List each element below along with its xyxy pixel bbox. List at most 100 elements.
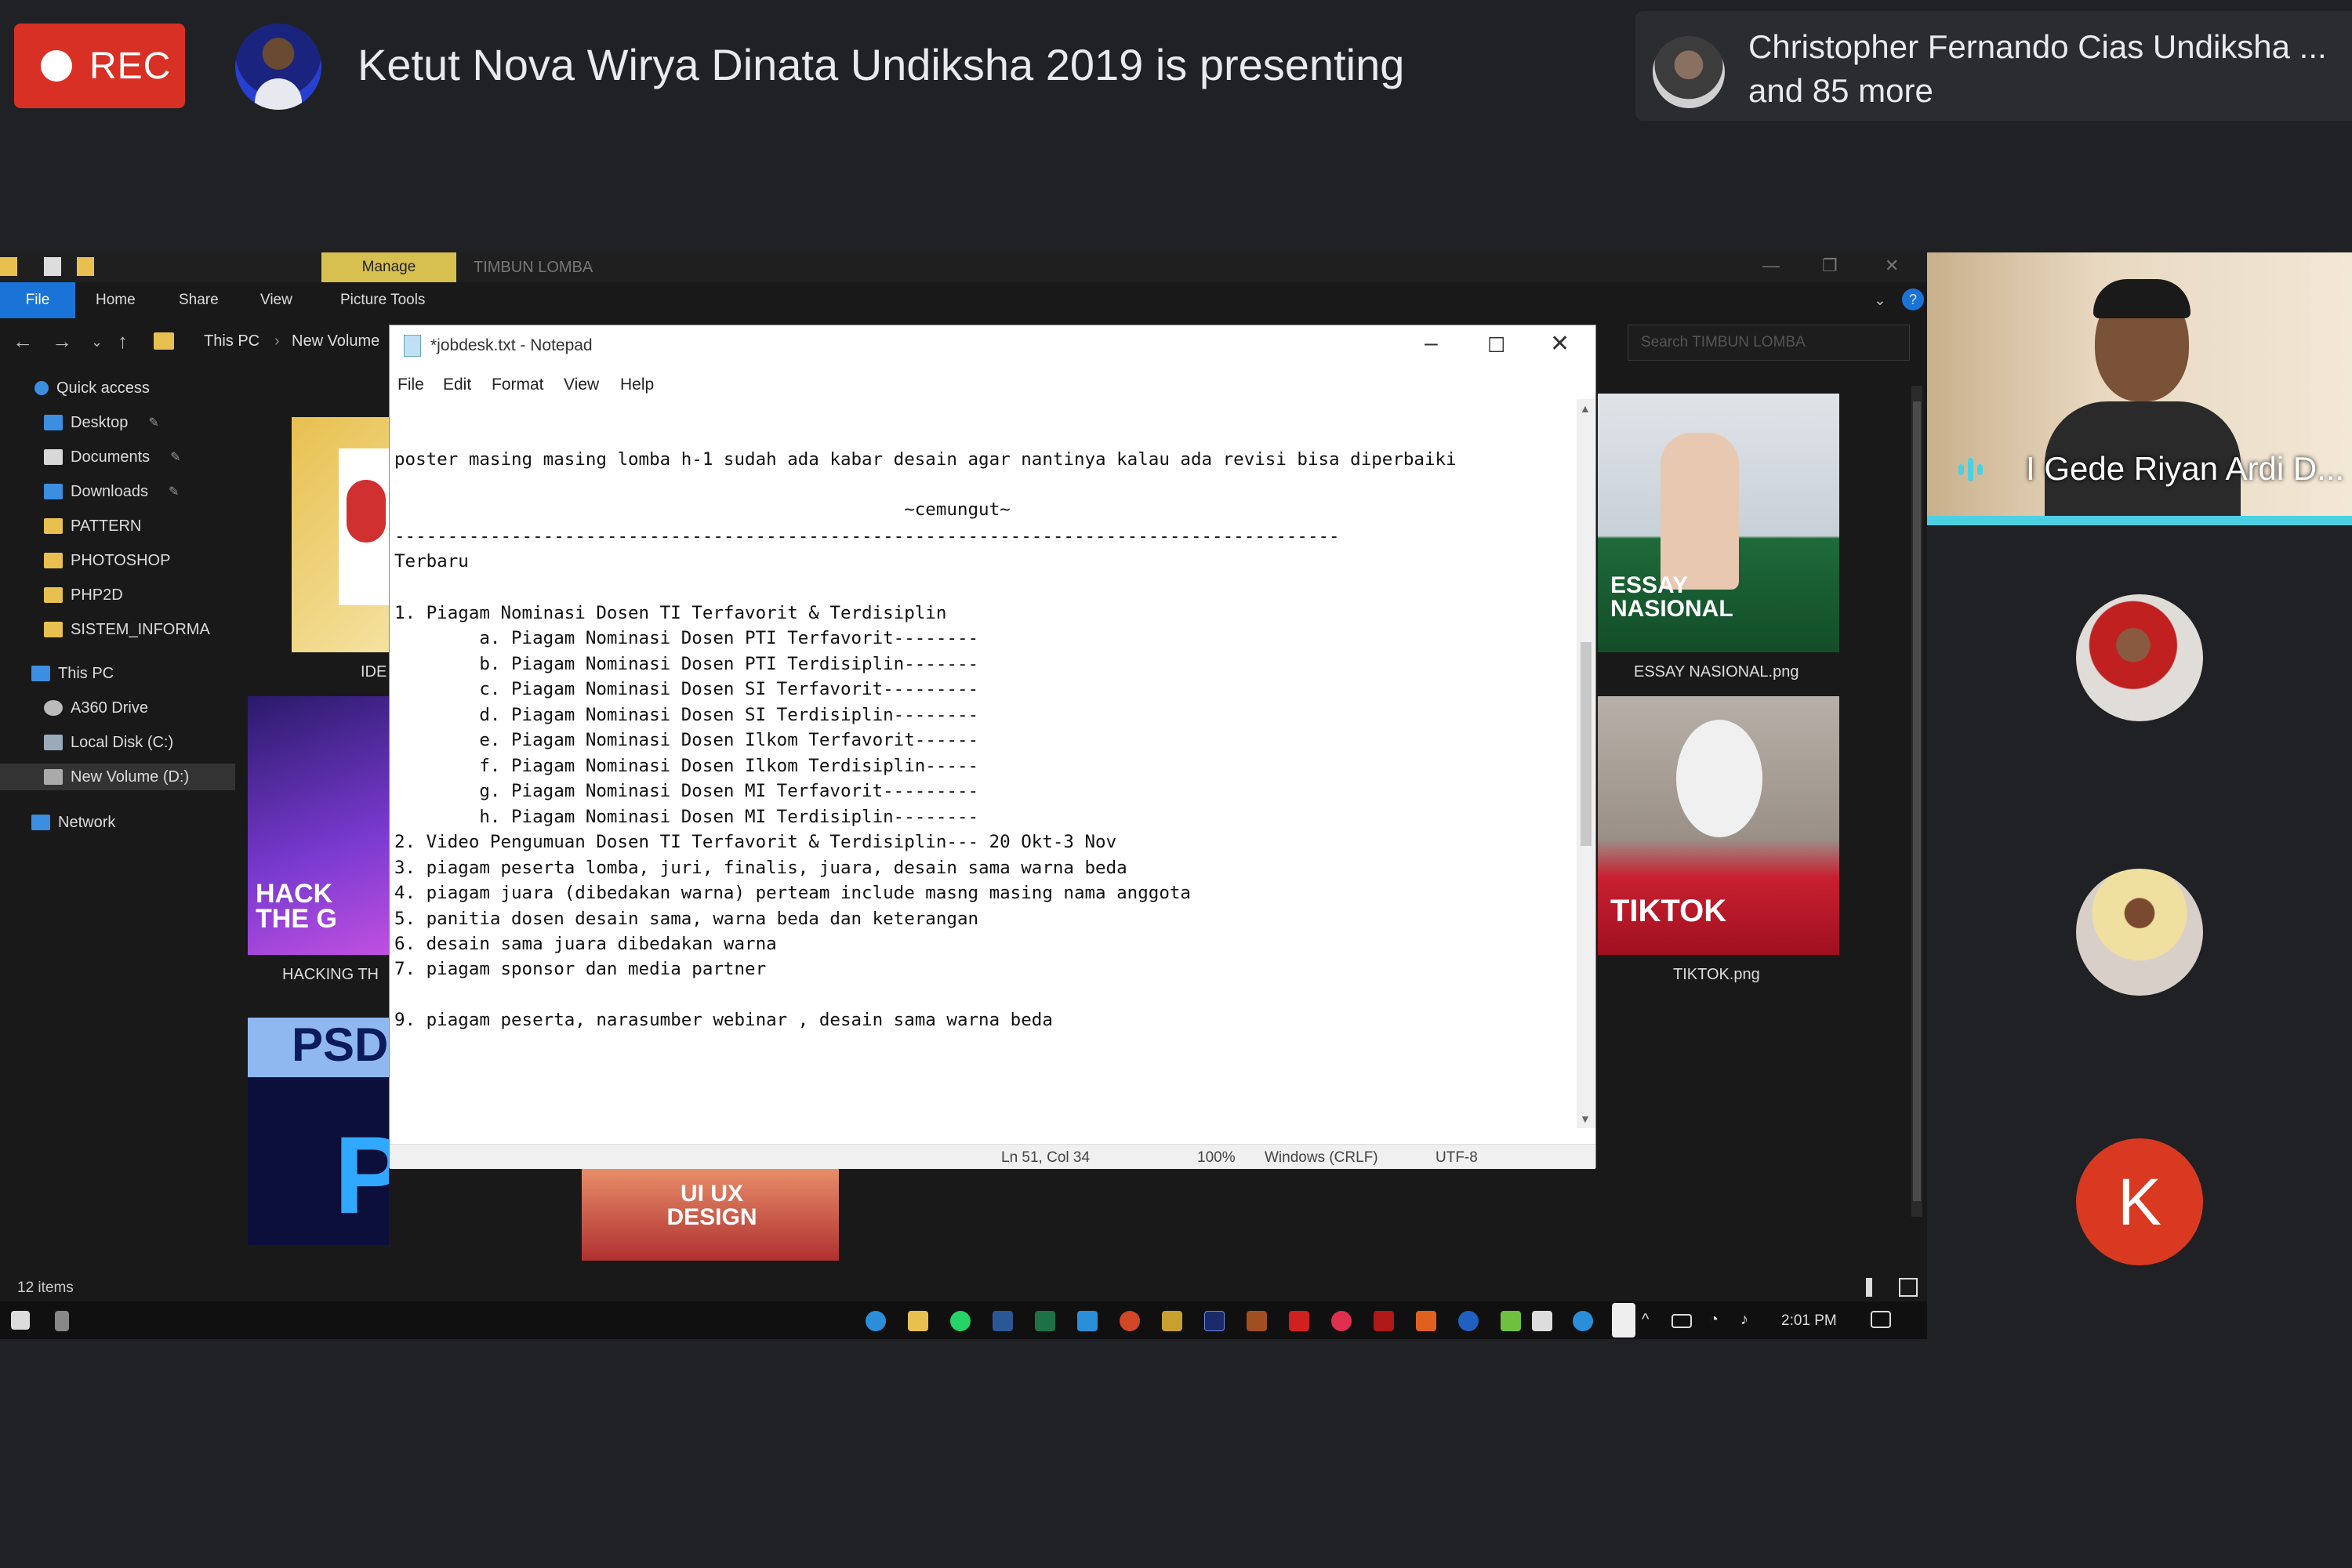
file-label-tiktok[interactable]: TIKTOK.png	[1673, 966, 1760, 984]
forward-arrow-icon[interactable]: →	[52, 329, 72, 354]
nav-a360-drive[interactable]: A360 Drive	[44, 695, 148, 721]
battery-icon[interactable]	[1671, 1314, 1692, 1328]
nav-photoshop[interactable]: PHOTOSHOP	[44, 547, 170, 574]
menu-format[interactable]: Format	[492, 376, 544, 394]
ribbon-tab-home[interactable]: Home	[96, 292, 136, 309]
participant-avatar-letter[interactable]: K	[2076, 1138, 2203, 1265]
file-label-essay[interactable]: ESSAY NASIONAL.png	[1634, 663, 1798, 681]
chevron-down-icon[interactable]: ⌄	[1874, 292, 1886, 310]
ribbon-tab-share[interactable]: Share	[179, 292, 219, 309]
participant-avatar[interactable]	[2076, 869, 2203, 996]
notepad-icon[interactable]	[1532, 1311, 1552, 1331]
participants-summary[interactable]: Christopher Fernando Cias Undiksha ... a…	[1635, 11, 2352, 121]
pin-icon[interactable]: ✎	[170, 449, 180, 465]
notepad-text-area[interactable]: poster masing masing lomba h-1 sudah ada…	[390, 399, 1570, 1120]
whatsapp-icon[interactable]	[950, 1311, 971, 1331]
photoshop-thumbnail[interactable]: PSD Ps	[248, 1018, 389, 1245]
nav-new-volume-d[interactable]: New Volume (D:)	[0, 764, 235, 790]
file-explorer-icon[interactable]	[908, 1311, 928, 1331]
nav-php2d[interactable]: PHP2D	[44, 582, 123, 608]
folder-thumbnail[interactable]	[292, 417, 389, 652]
nav-documents[interactable]: Documents ✎	[44, 444, 181, 470]
details-view-icon[interactable]	[1866, 1278, 1872, 1297]
wifi-icon[interactable]: ◔	[1709, 1311, 1730, 1331]
essay-thumbnail[interactable]: ESSAY NASIONAL	[1598, 394, 1839, 652]
uiux-thumbnail[interactable]: UI UX DESIGN	[582, 1167, 839, 1261]
manage-tab[interactable]: Manage	[321, 252, 456, 282]
hacking-thumbnail[interactable]: HACK THE G	[248, 696, 389, 955]
menu-help[interactable]: Help	[620, 376, 654, 394]
nav-network[interactable]: Network	[31, 809, 115, 836]
nav-desktop[interactable]: Desktop ✎	[44, 409, 159, 436]
acrobat-icon[interactable]	[1289, 1311, 1309, 1331]
chrome-icon[interactable]	[1573, 1311, 1593, 1331]
minimize-icon[interactable]: —	[1762, 256, 1780, 276]
excel-icon[interactable]	[1035, 1311, 1055, 1331]
notepad-icon	[404, 335, 421, 357]
back-arrow-icon[interactable]: ←	[13, 329, 33, 354]
tiktok-thumb-mask	[1676, 720, 1762, 837]
nav-quick-access[interactable]: Quick access	[34, 375, 150, 401]
taskbar-clock[interactable]: 2:01 PM	[1781, 1312, 1837, 1330]
file-label-hacking[interactable]: HACKING TH	[282, 966, 379, 984]
properties-icon[interactable]	[44, 257, 61, 276]
explorer-scrollbar-thumb[interactable]	[1913, 401, 1921, 1201]
recent-chevron-icon[interactable]: ⌄	[91, 334, 103, 350]
nav-this-pc[interactable]: This PC	[31, 660, 114, 687]
maximize-icon[interactable]: ❐	[1822, 256, 1838, 276]
menu-view[interactable]: View	[564, 376, 599, 394]
volume-icon[interactable]: ♪	[1740, 1311, 1761, 1331]
close-icon[interactable]: ✕	[1885, 256, 1899, 276]
new-folder-icon[interactable]	[77, 257, 94, 276]
ribbon-tab-picture-tools[interactable]: Picture Tools	[340, 292, 425, 309]
vscode-icon[interactable]	[1077, 1311, 1098, 1331]
nav-pattern[interactable]: PATTERN	[44, 513, 141, 539]
app-icon[interactable]	[1204, 1311, 1225, 1331]
app-icon[interactable]	[1331, 1311, 1352, 1331]
active-speaker-tile[interactable]: I Gede Riyan Ardi D...	[1927, 252, 2352, 525]
up-arrow-icon[interactable]: ↑	[118, 329, 128, 354]
word-icon[interactable]	[993, 1311, 1013, 1331]
breadcrumb-new-volume[interactable]: New Volume	[292, 332, 379, 350]
app-icon[interactable]	[1416, 1311, 1436, 1331]
notepad-scrollbar-thumb[interactable]	[1581, 642, 1592, 846]
trash-icon[interactable]	[55, 1311, 69, 1331]
app-icon[interactable]	[1374, 1311, 1394, 1331]
maximize-icon[interactable]: ☐	[1487, 333, 1505, 358]
notepad-scrollbar[interactable]: ▲ ▼	[1577, 399, 1595, 1128]
notifications-icon[interactable]	[1871, 1311, 1891, 1328]
meet-share-icon[interactable]	[1612, 1303, 1635, 1338]
help-icon[interactable]: ?	[1902, 289, 1924, 310]
nav-local-disk-c[interactable]: Local Disk (C:)	[44, 729, 173, 756]
search-input[interactable]: Search TIMBUN LOMBA	[1628, 325, 1910, 361]
app-icon[interactable]	[1458, 1311, 1479, 1331]
nav-sistem-informa[interactable]: SISTEM_INFORMA	[44, 616, 210, 643]
windows-start-icon[interactable]	[11, 1311, 30, 1330]
participant-avatar[interactable]	[2076, 594, 2203, 721]
menu-file[interactable]: File	[397, 376, 424, 394]
app-icon[interactable]	[1501, 1311, 1521, 1331]
pin-icon[interactable]: ✎	[169, 484, 179, 499]
scroll-down-icon[interactable]: ▼	[1580, 1112, 1591, 1125]
app-icon[interactable]	[1247, 1311, 1267, 1331]
thumbnail-view-icon[interactable]	[1899, 1278, 1918, 1297]
tiktok-thumbnail[interactable]: TIKTOK	[1598, 696, 1839, 955]
ribbon-tab-file[interactable]: File	[0, 282, 75, 318]
scroll-up-icon[interactable]: ▲	[1580, 402, 1591, 415]
minimize-icon[interactable]: –	[1425, 330, 1438, 357]
close-icon[interactable]: ✕	[1550, 330, 1570, 358]
explorer-scrollbar[interactable]	[1911, 386, 1922, 1217]
ribbon-tab-view[interactable]: View	[260, 292, 292, 309]
app-icon[interactable]	[1162, 1311, 1182, 1331]
breadcrumb-this-pc[interactable]: This PC	[204, 332, 260, 350]
edge-icon[interactable]	[866, 1311, 886, 1331]
star-icon	[34, 381, 49, 395]
pin-icon[interactable]: ✎	[148, 415, 158, 430]
nav-downloads[interactable]: Downloads ✎	[44, 478, 179, 505]
chevron-up-icon[interactable]: ^	[1642, 1311, 1662, 1331]
cloud-drive-icon	[44, 700, 63, 716]
menu-edit[interactable]: Edit	[443, 376, 471, 394]
navigation-pane: Quick access Desktop ✎ Documents ✎ Downloa…	[0, 365, 235, 1275]
powerpoint-icon[interactable]	[1120, 1311, 1140, 1331]
file-label-ide[interactable]: IDE	[361, 663, 387, 681]
